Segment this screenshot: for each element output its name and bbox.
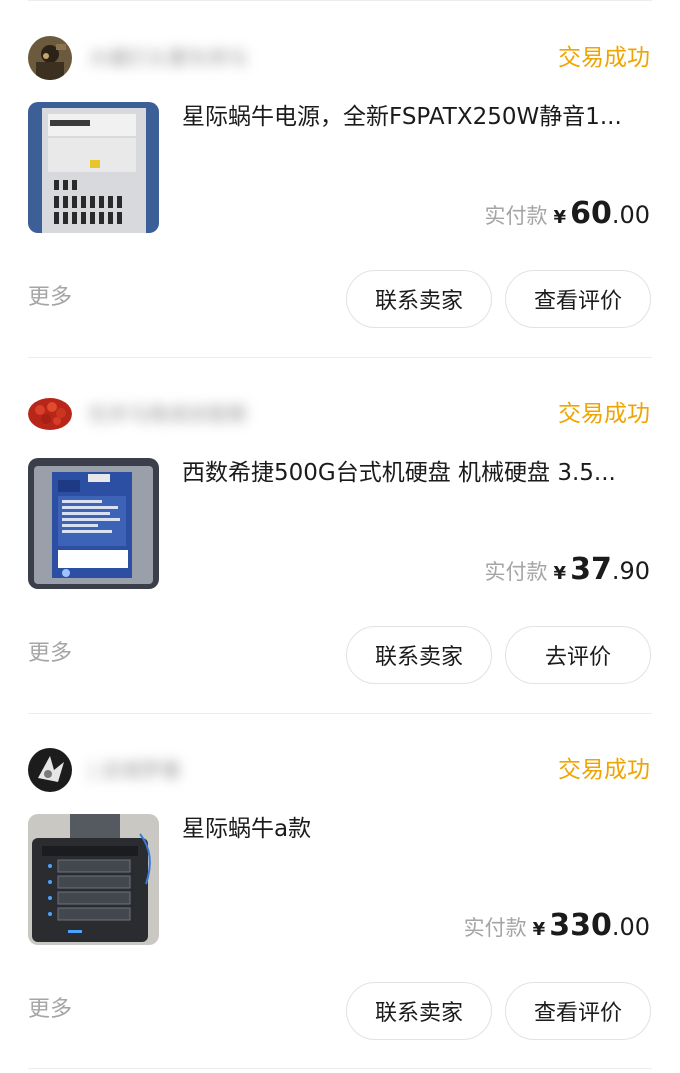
price-decimal: .90 xyxy=(611,557,650,585)
price-row: 实付款 ¥ 330 .00 xyxy=(464,908,650,943)
seller-name[interactable]: 任并马南成尚智斯 xyxy=(88,402,288,426)
product-title[interactable]: 西数希捷500G台式机硬盘 机械硬盘 3.5... xyxy=(182,458,650,488)
contact-seller-button[interactable]: 联系卖家 xyxy=(346,982,492,1040)
avatar xyxy=(28,748,72,792)
currency-symbol: ¥ xyxy=(553,207,567,228)
more-button[interactable]: 更多 xyxy=(28,284,72,312)
price-label: 实付款 xyxy=(484,204,548,228)
price-integer: 60 xyxy=(570,196,612,231)
contact-seller-button[interactable]: 联系卖家 xyxy=(346,626,492,684)
more-button[interactable]: 更多 xyxy=(28,996,72,1024)
product-thumbnail[interactable] xyxy=(28,458,159,589)
seller-name[interactable]: 大橘打头要东邦与 xyxy=(88,46,288,70)
price-decimal: .00 xyxy=(611,201,650,229)
avatar xyxy=(28,36,72,80)
order-status: 交易成功 xyxy=(558,401,650,427)
price-row: 实付款 ¥ 37 .90 xyxy=(485,552,650,587)
order-divider xyxy=(28,1068,652,1069)
product-title[interactable]: 星际蜗牛电源，全新FSPATX250W静音1... xyxy=(182,102,650,132)
product-title[interactable]: 星际蜗牛a款 xyxy=(182,814,650,844)
price-label: 实付款 xyxy=(484,560,548,584)
view-review-button[interactable]: 查看评价 xyxy=(505,270,651,328)
more-button[interactable]: 更多 xyxy=(28,640,72,668)
price-row: 实付款 ¥ 60 .00 xyxy=(485,196,650,231)
order-status: 交易成功 xyxy=(558,757,650,783)
order-card: | 店城梦垂 交易成功 星际蜗牛a款 实付款 ¥ 330 .00 更多 联系卖家… xyxy=(0,712,680,1068)
currency-symbol: ¥ xyxy=(553,563,567,584)
write-review-button[interactable]: 去评价 xyxy=(505,626,651,684)
seller-row[interactable]: | 店城梦垂 交易成功 xyxy=(28,748,652,796)
seller-name[interactable]: | 店城梦垂 xyxy=(88,758,288,782)
seller-row[interactable]: 大橘打头要东邦与 交易成功 xyxy=(28,36,652,84)
view-review-button[interactable]: 查看评价 xyxy=(505,982,651,1040)
price-label: 实付款 xyxy=(463,916,527,940)
product-thumbnail[interactable] xyxy=(28,102,159,233)
order-card: 大橘打头要东邦与 交易成功 星际蜗牛电源，全新FSPATX250W静音1... … xyxy=(0,0,680,356)
price-integer: 37 xyxy=(570,552,612,587)
product-thumbnail[interactable] xyxy=(28,814,159,945)
currency-symbol: ¥ xyxy=(532,919,546,940)
price-integer: 330 xyxy=(549,908,612,943)
contact-seller-button[interactable]: 联系卖家 xyxy=(346,270,492,328)
order-status: 交易成功 xyxy=(558,45,650,71)
order-card: 任并马南成尚智斯 交易成功 西数希捷500G台式机硬盘 机械硬盘 3.5... … xyxy=(0,356,680,712)
avatar xyxy=(28,392,72,436)
seller-row[interactable]: 任并马南成尚智斯 交易成功 xyxy=(28,392,652,440)
price-decimal: .00 xyxy=(611,913,650,941)
